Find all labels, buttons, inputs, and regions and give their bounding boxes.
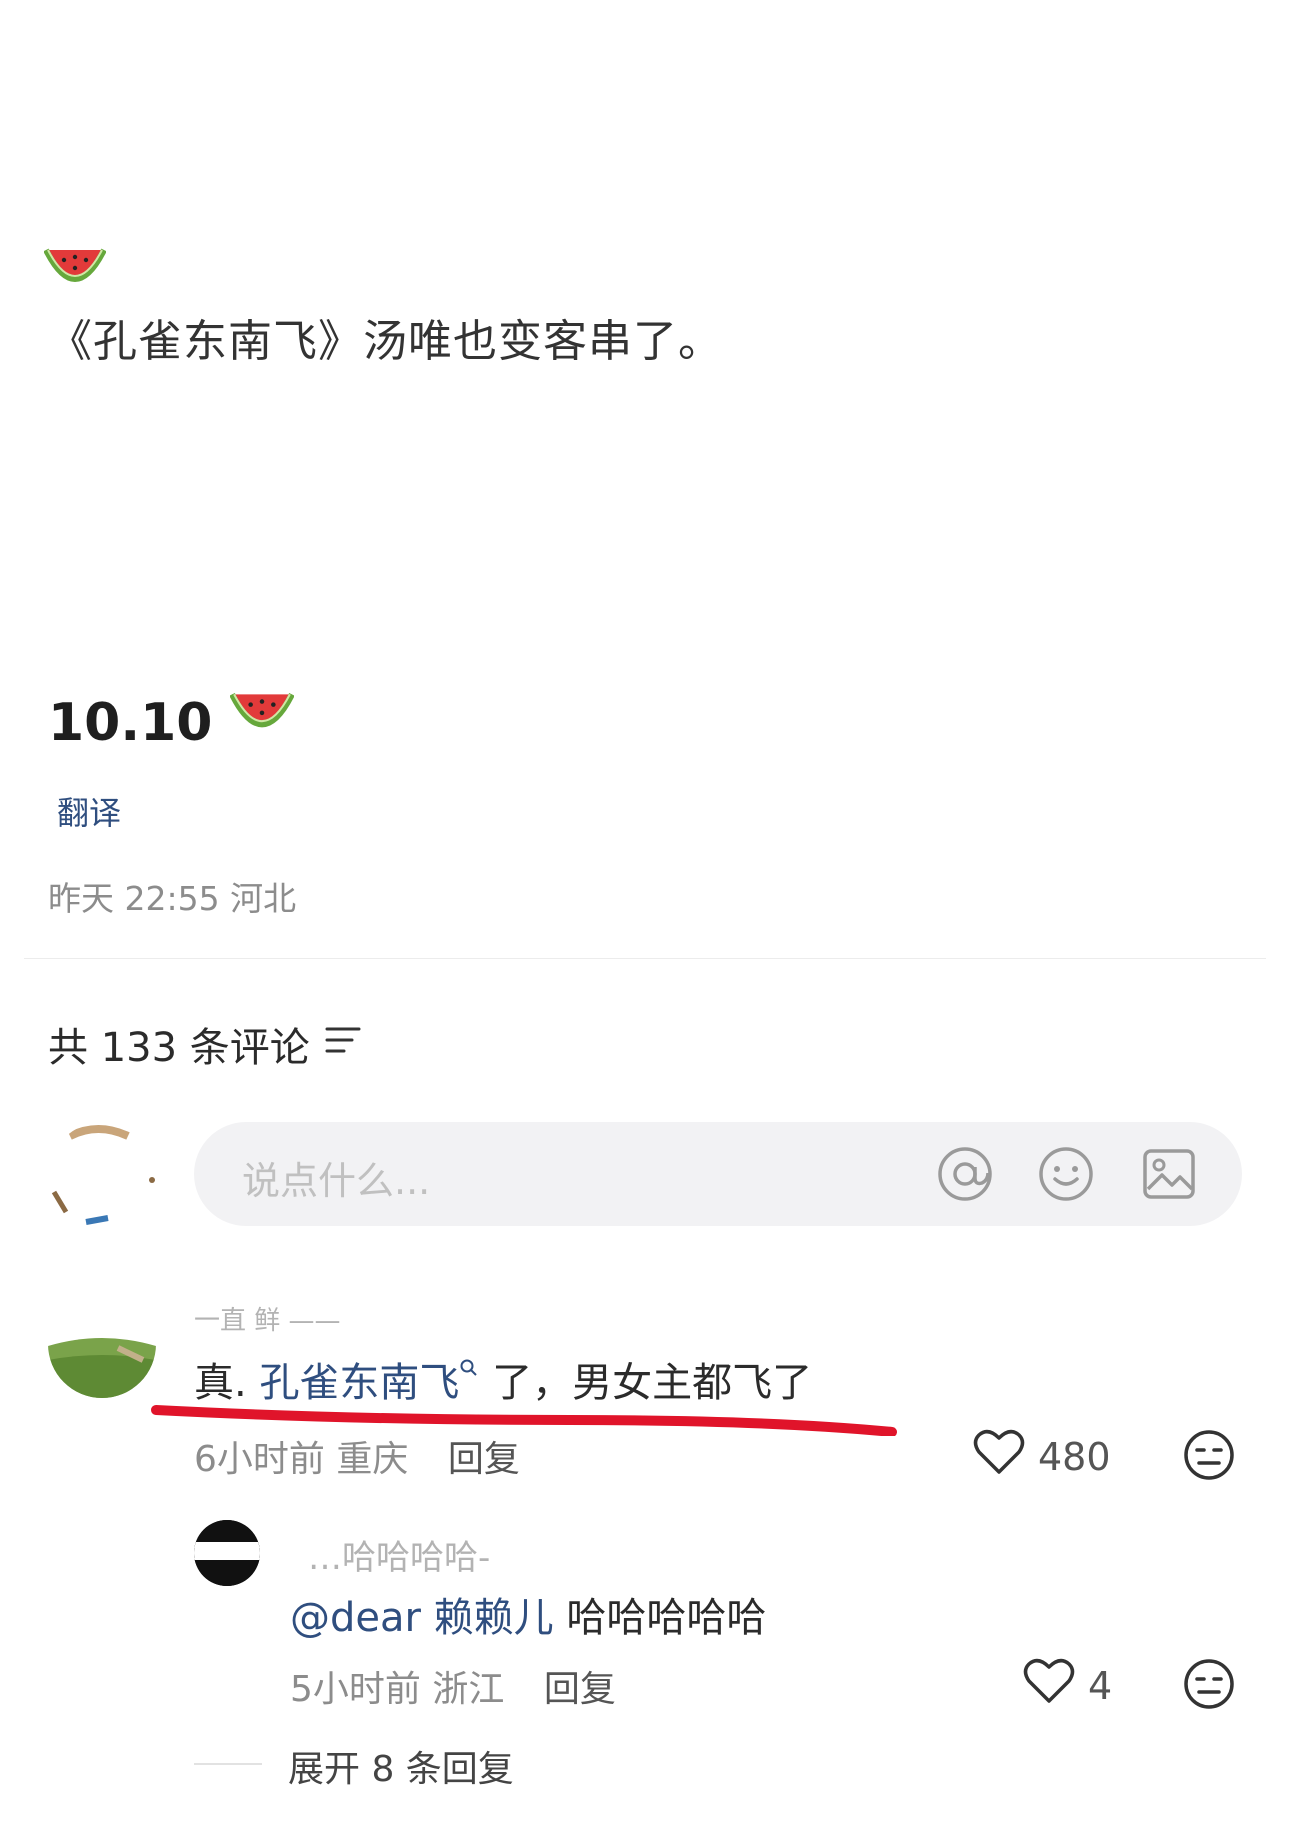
reply-meta: 5小时前 浙江 回复 — [290, 1660, 616, 1712]
comment-input-placeholder: 说点什么... — [242, 1159, 431, 1203]
comments-count: 共 133 条评论 — [48, 1015, 362, 1073]
comment-location: 重庆 — [336, 1439, 409, 1480]
expand-replies-button[interactable]: 展开 8 条回复 — [288, 1740, 514, 1792]
reply-avatar[interactable] — [194, 1520, 260, 1586]
translate-link[interactable]: 翻译 — [57, 788, 121, 834]
heart-icon[interactable] — [1022, 1657, 1076, 1714]
expand-divider — [194, 1763, 262, 1765]
reply-mention[interactable]: @dear 赖赖儿 — [290, 1595, 554, 1641]
post-title-text: 10.10 — [48, 692, 213, 753]
reply-username[interactable]: …哈哈哈哈- — [308, 1530, 490, 1579]
divider — [24, 958, 1266, 959]
reply-text: @dear 赖赖儿 哈哈哈哈哈 — [290, 1585, 766, 1643]
comments-count-label: 共 133 条评论 — [48, 1025, 310, 1071]
post-title: 10.10 — [48, 690, 296, 755]
heart-icon[interactable] — [972, 1428, 1026, 1485]
image-icon[interactable] — [1140, 1145, 1198, 1203]
watermelon-emoji-icon — [229, 690, 296, 755]
comment-like-count: 480 — [1038, 1434, 1111, 1479]
comment-reply-button[interactable]: 回复 — [448, 1439, 520, 1480]
comment-like-button[interactable]: 480 — [972, 1428, 1111, 1485]
emoji-face-icon[interactable] — [1037, 1145, 1095, 1203]
comment-username[interactable]: 一直 鲜 —— — [194, 1300, 341, 1337]
neutral-face-icon[interactable] — [1182, 1428, 1236, 1486]
reply-reply-button[interactable]: 回复 — [544, 1669, 616, 1710]
sort-filter-icon[interactable] — [324, 1021, 362, 1067]
reply-like-count: 4 — [1088, 1663, 1113, 1708]
reply-location: 浙江 — [432, 1669, 505, 1710]
post-text: 《孔雀东南飞》汤唯也变客串了。 — [48, 316, 723, 367]
reply-like-button[interactable]: 4 — [1022, 1657, 1112, 1714]
comment-meta: 6小时前 重庆 回复 — [194, 1430, 520, 1482]
reply-time: 5小时前 — [290, 1669, 421, 1710]
my-avatar[interactable] — [48, 1122, 158, 1232]
reply-text-body: 哈哈哈哈哈 — [566, 1595, 767, 1641]
comment-time: 6小时前 — [194, 1439, 325, 1480]
watermelon-emoji-icon — [43, 246, 107, 300]
post-meta: 昨天 22:55 河北 — [48, 879, 297, 918]
at-icon[interactable] — [936, 1145, 994, 1203]
comment-avatar[interactable] — [48, 1290, 156, 1398]
neutral-face-icon[interactable] — [1182, 1657, 1236, 1715]
